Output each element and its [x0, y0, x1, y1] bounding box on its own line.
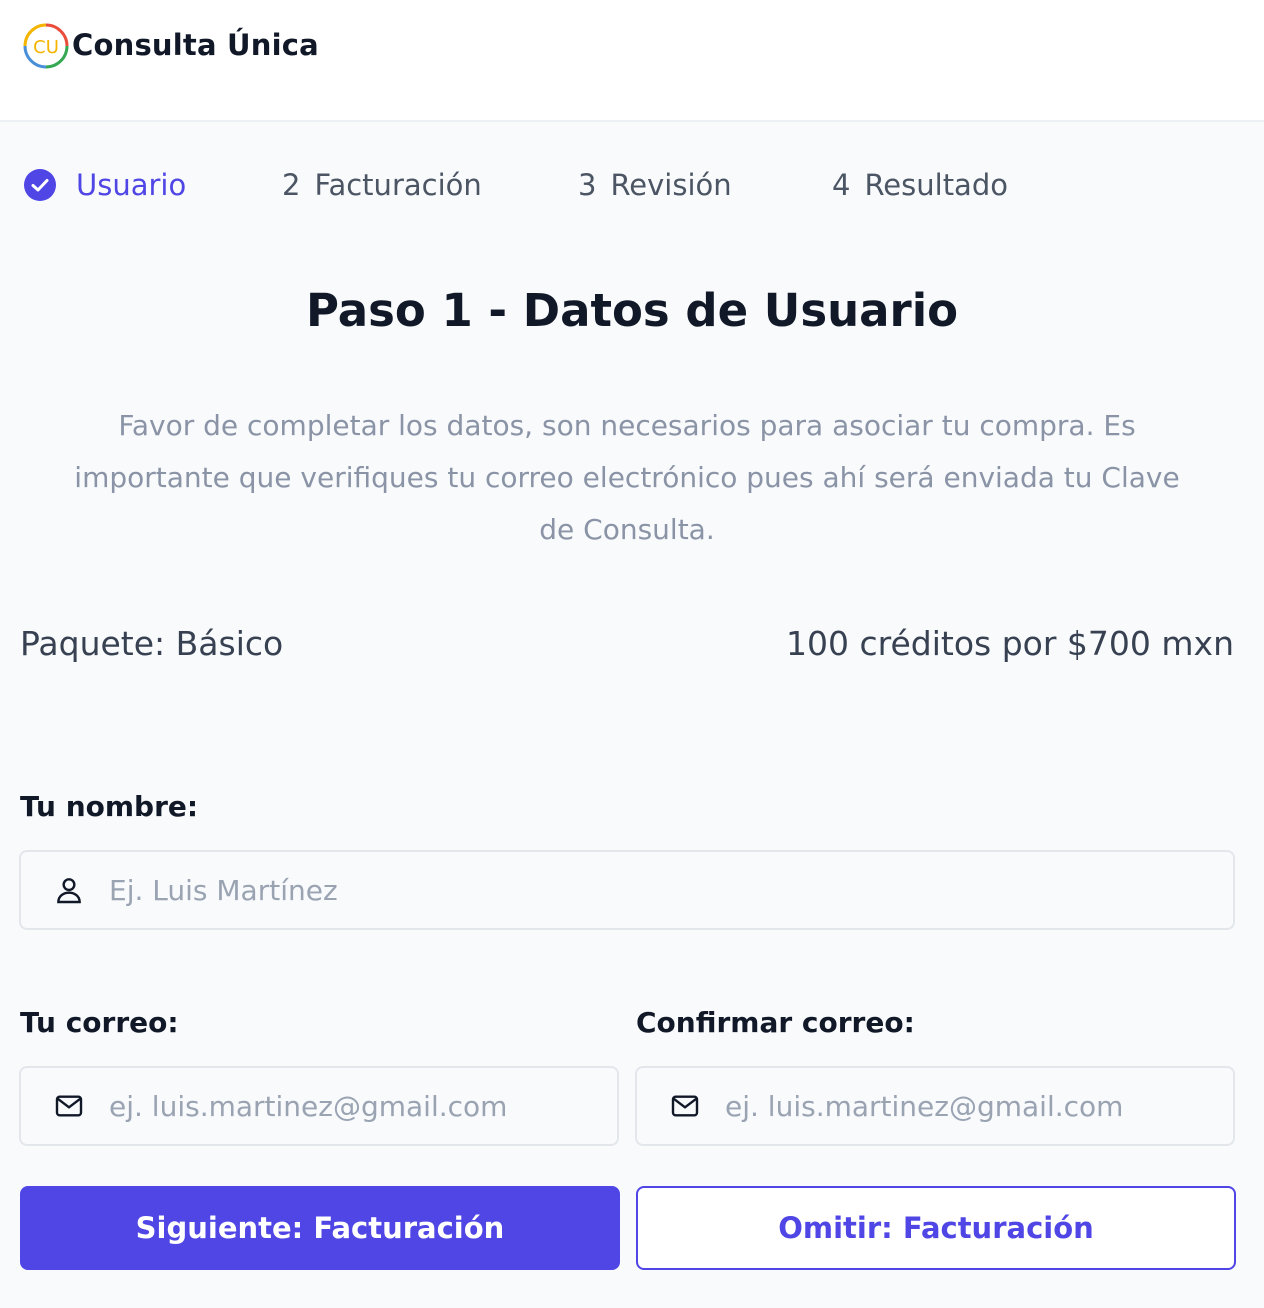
step-number: 3: [578, 168, 597, 202]
logo-text: CU: [33, 37, 59, 58]
email-input[interactable]: [109, 1089, 617, 1123]
package-price: 100 créditos por $700 mxn: [786, 624, 1234, 663]
page-description: Favor de completar los datos, son necesa…: [74, 409, 1180, 546]
brand-name: Consulta Única: [72, 28, 319, 62]
check-circle-icon: [24, 169, 56, 201]
package-name: Paquete: Básico: [20, 624, 284, 663]
step-label: Revisión: [610, 168, 732, 202]
name-input[interactable]: [109, 873, 1233, 907]
step-revision[interactable]: 3 Revisión: [578, 168, 732, 202]
step-usuario[interactable]: Usuario: [24, 168, 186, 202]
email-label: Tu correo:: [20, 1006, 179, 1039]
logo-icon: CU: [23, 23, 69, 69]
confirm-email-label: Confirmar correo:: [636, 1006, 915, 1039]
confirm-email-field[interactable]: [635, 1066, 1235, 1146]
name-field[interactable]: [19, 850, 1235, 930]
next-button[interactable]: Siguiente: Facturación: [20, 1186, 620, 1270]
user-icon: [57, 878, 81, 904]
step-resultado[interactable]: 4 Resultado: [832, 168, 1008, 202]
name-label: Tu nombre:: [20, 790, 199, 823]
step-facturacion[interactable]: 2 Facturación: [282, 168, 482, 202]
step-number: 4: [832, 168, 851, 202]
mail-icon: [55, 1095, 83, 1117]
step-label: Facturación: [314, 168, 482, 202]
step-number: 2: [282, 168, 301, 202]
app-header: CU Consulta Única: [0, 0, 1264, 122]
confirm-email-input[interactable]: [725, 1089, 1233, 1123]
page-title: Paso 1 - Datos de Usuario: [305, 284, 959, 337]
step-label: Resultado: [864, 168, 1008, 202]
email-field[interactable]: [19, 1066, 619, 1146]
mail-icon: [671, 1095, 699, 1117]
step-label: Usuario: [76, 168, 187, 202]
stepper: Usuario 2 Facturación 3 Revisión 4 Resul…: [0, 168, 1264, 212]
skip-button[interactable]: Omitir: Facturación: [636, 1186, 1236, 1270]
